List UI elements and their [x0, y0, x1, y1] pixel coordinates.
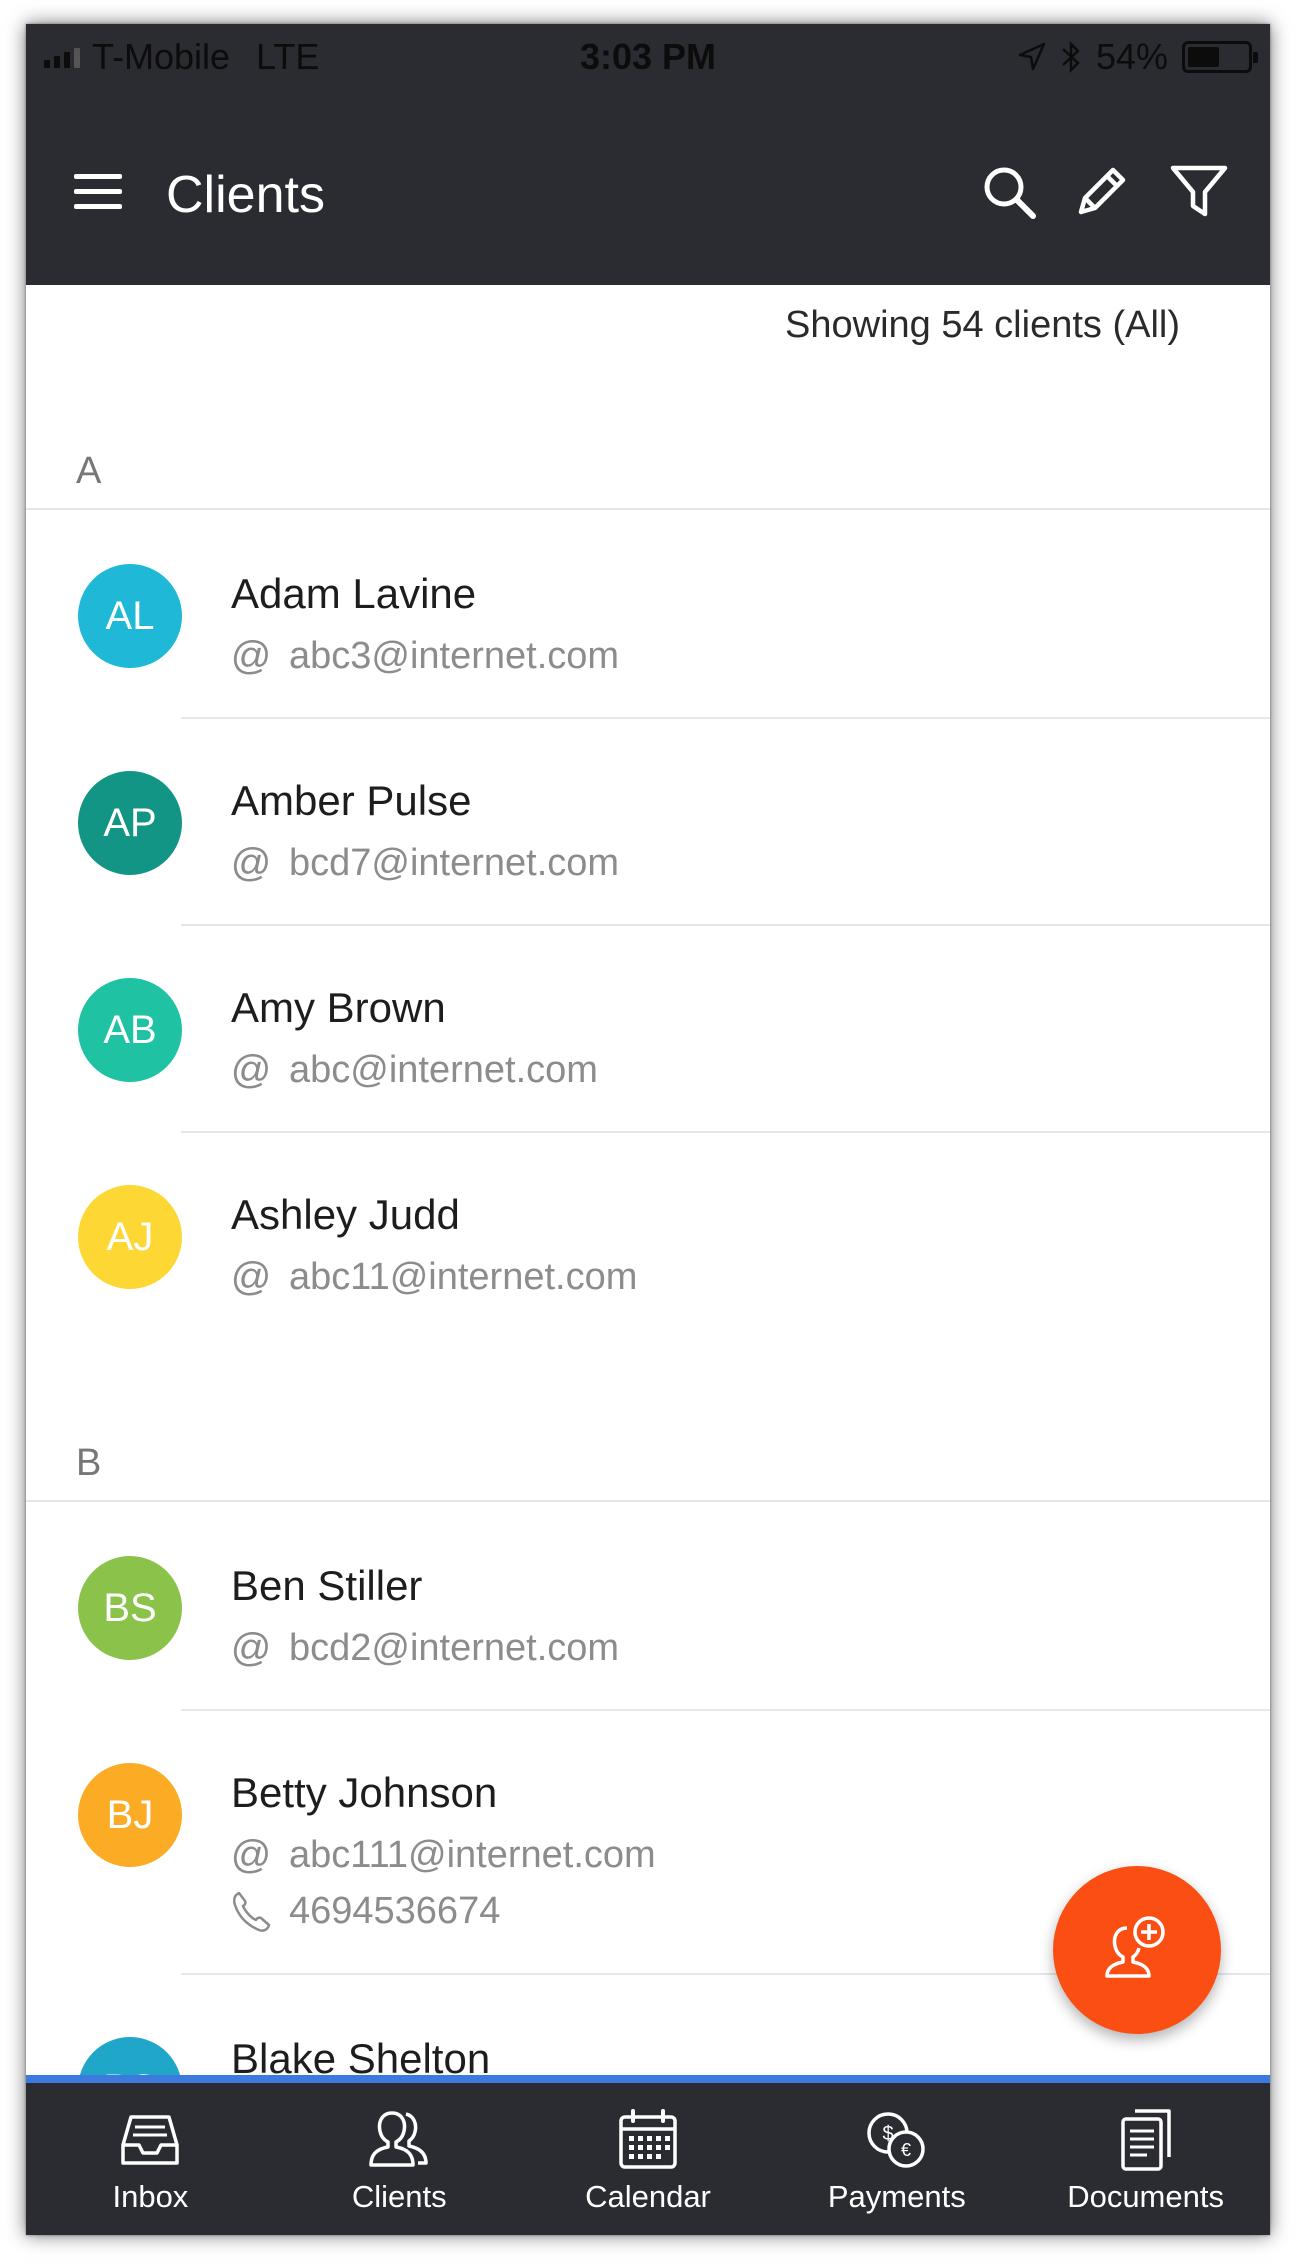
at-icon: @: [230, 1626, 272, 1670]
client-email-line: @ abc@internet.com: [231, 1048, 598, 1093]
svg-text:$: $: [882, 2123, 893, 2145]
client-email-line: @ abc111@internet.com: [231, 1833, 656, 1878]
calendar-icon: [619, 2109, 677, 2169]
client-row[interactable]: AL Adam Lavine @ abc3@internet.com: [26, 512, 1270, 719]
battery-percent: 54%: [1095, 36, 1168, 77]
phone-icon: [231, 1889, 271, 1933]
client-email: abc111@internet.com: [289, 1834, 656, 1876]
client-email: bcd2@internet.com: [289, 1627, 620, 1669]
battery-icon: [1182, 41, 1258, 73]
at-icon: @: [230, 1048, 272, 1092]
avatar: AB: [78, 978, 182, 1082]
client-row[interactable]: AJ Ashley Judd @ abc11@internet.com: [26, 1133, 1270, 1363]
at-icon: @: [230, 634, 272, 678]
svg-text:€: €: [901, 2140, 911, 2160]
documents-icon: [1120, 2109, 1171, 2171]
filter-icon[interactable]: [1169, 162, 1229, 222]
nav-accent-line: [26, 2075, 1270, 2083]
client-email: bcd7@internet.com: [289, 842, 620, 884]
avatar: BJ: [78, 1763, 182, 1867]
client-phone-line: 4694536674: [231, 1889, 500, 1933]
nav-item-documents[interactable]: Documents: [1021, 2083, 1270, 2235]
nav-label: Clients: [351, 2179, 447, 2214]
client-email-line: @ abc3@internet.com: [231, 634, 619, 679]
section-header-b: B: [26, 1412, 1270, 1502]
nav-label: Inbox: [112, 2179, 189, 2214]
client-name: Adam Lavine: [231, 570, 477, 617]
client-email: abc11@internet.com: [289, 1256, 638, 1298]
avatar: AL: [78, 564, 182, 668]
client-phone: 4694536674: [289, 1889, 501, 1932]
menu-icon[interactable]: [74, 172, 124, 212]
at-icon: @: [230, 1833, 272, 1877]
app-bar: Clients: [26, 90, 1270, 285]
location-icon: [1018, 42, 1046, 71]
client-name: Betty Johnson: [231, 1769, 498, 1816]
nav-label: Calendar: [585, 2179, 711, 2214]
status-right: 54%: [1018, 36, 1258, 78]
client-email-line: @ bcd2@internet.com: [231, 1626, 619, 1671]
bluetooth-icon: [1062, 40, 1080, 74]
pencil-icon[interactable]: [1071, 162, 1131, 222]
at-icon: @: [230, 1255, 272, 1299]
at-icon: @: [230, 841, 272, 885]
avatar: BS: [78, 1556, 182, 1660]
client-row[interactable]: AP Amber Pulse @ bcd7@internet.com: [26, 719, 1270, 926]
client-email: abc@internet.com: [289, 1049, 598, 1091]
clients-icon: [369, 2111, 428, 2167]
client-email-line: @ abc11@internet.com: [230, 1255, 638, 1300]
bottom-nav: Inbox Clients Calendar $ € Payments Docu…: [26, 2083, 1270, 2235]
nav-item-clients[interactable]: Clients: [275, 2083, 524, 2235]
inbox-icon: [121, 2115, 180, 2165]
nav-item-inbox[interactable]: Inbox: [26, 2083, 275, 2235]
client-row[interactable]: BS Ben Stiller @ bcd2@internet.com: [26, 1504, 1270, 1711]
status-bar: T-Mobile LTE 3:03 PM 54%: [26, 24, 1270, 90]
client-email-line: @ bcd7@internet.com: [231, 841, 619, 886]
nav-item-calendar[interactable]: Calendar: [524, 2083, 773, 2235]
phone-screen: T-Mobile LTE 3:03 PM 54% Clients Showing…: [26, 24, 1270, 2235]
client-name: Amber Pulse: [231, 777, 472, 824]
nav-label: Documents: [1067, 2179, 1224, 2214]
client-row[interactable]: AB Amy Brown @ abc@internet.com: [26, 926, 1270, 1133]
avatar: AP: [78, 771, 182, 875]
client-name: Amy Brown: [231, 984, 446, 1031]
add-client-button[interactable]: [1053, 1866, 1221, 2034]
add-client-icon: [1105, 1916, 1165, 1978]
page-title: Clients: [166, 166, 325, 224]
section-header-a: A: [26, 420, 1270, 510]
section-letter: B: [76, 1442, 102, 1484]
section-letter: A: [76, 450, 102, 492]
nav-label: Payments: [827, 2179, 966, 2214]
client-count: Showing 54 clients (All): [785, 304, 1180, 346]
search-icon[interactable]: [979, 162, 1039, 222]
payments-icon: $ €: [867, 2112, 925, 2168]
avatar: AJ: [78, 1185, 182, 1289]
client-name: Ashley Judd: [231, 1191, 460, 1238]
client-email: abc3@internet.com: [289, 635, 620, 677]
client-name: Ben Stiller: [231, 1562, 423, 1609]
nav-item-payments[interactable]: $ € Payments: [772, 2083, 1021, 2235]
